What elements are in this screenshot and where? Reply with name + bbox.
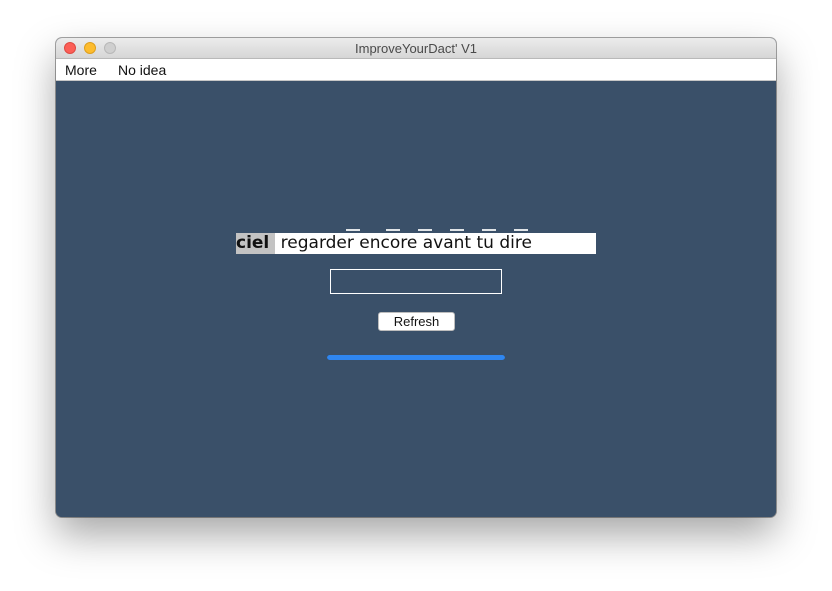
sentence-display: ciel regarder encore avant tu dire	[236, 233, 596, 254]
refresh-button[interactable]: Refresh	[378, 312, 455, 331]
main-panel: ciel regarder encore avant tu dire Refre…	[56, 81, 776, 517]
separator-mark	[482, 229, 496, 231]
answer-input[interactable]	[330, 269, 502, 294]
separator-mark	[450, 229, 464, 231]
separator-mark	[346, 229, 360, 231]
menu-more[interactable]: More	[65, 62, 97, 78]
title-bar[interactable]: ImproveYourDact' V1	[56, 38, 776, 59]
app-window: ImproveYourDact' V1 More No idea ciel re…	[56, 38, 776, 517]
separator-mark	[514, 229, 528, 231]
progress-bar	[327, 355, 505, 360]
menu-bar: More No idea	[56, 59, 776, 81]
menu-no-idea[interactable]: No idea	[118, 62, 166, 78]
separator-mark	[418, 229, 432, 231]
progress-fill	[327, 355, 505, 360]
remaining-words: regarder encore avant tu dire	[280, 233, 532, 253]
separator-mark	[386, 229, 400, 231]
current-word: ciel	[236, 233, 276, 254]
window-title: ImproveYourDact' V1	[355, 41, 477, 56]
